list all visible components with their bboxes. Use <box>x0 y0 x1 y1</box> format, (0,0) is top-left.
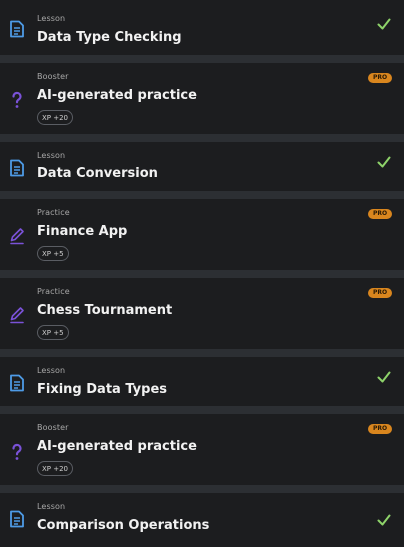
item-kind: Lesson <box>37 366 66 375</box>
list-item-booster[interactable]: Booster AI-generated practice PRO XP +20 <box>0 63 404 134</box>
item-kind: Booster <box>37 72 69 81</box>
pro-badge: PRO <box>368 424 392 434</box>
item-title: Data Type Checking <box>37 30 182 45</box>
list-item-lesson[interactable]: Lesson Comparison Operations <box>0 493 404 547</box>
xp-badge: XP +20 <box>37 110 74 125</box>
document-icon <box>9 374 25 392</box>
pro-badge: PRO <box>368 209 392 219</box>
item-kind: Booster <box>37 423 69 432</box>
document-icon <box>9 510 25 528</box>
item-kind: Lesson <box>37 502 66 511</box>
list-item-lesson[interactable]: Lesson Fixing Data Types <box>0 357 404 406</box>
item-kind: Practice <box>37 287 70 296</box>
pencil-icon <box>9 227 25 245</box>
item-title: AI-generated practice <box>37 439 197 454</box>
xp-badge: XP +5 <box>37 246 69 261</box>
item-title: AI-generated practice <box>37 88 197 103</box>
pencil-icon <box>9 306 25 324</box>
document-icon <box>9 20 25 38</box>
list-item-booster[interactable]: Booster AI-generated practice PRO XP +20 <box>0 414 404 485</box>
item-title: Comparison Operations <box>37 518 210 533</box>
item-title: Chess Tournament <box>37 303 173 318</box>
document-icon <box>9 159 25 177</box>
lesson-list: Lesson Data Type Checking Booster AI-gen… <box>0 0 404 547</box>
xp-badge: XP +20 <box>37 461 74 476</box>
list-item-lesson[interactable]: Lesson Data Type Checking <box>0 0 404 55</box>
item-kind: Practice <box>37 208 70 217</box>
pro-badge: PRO <box>368 73 392 83</box>
question-icon <box>9 91 25 109</box>
item-title: Finance App <box>37 224 128 239</box>
check-icon <box>377 511 391 526</box>
check-icon <box>377 368 391 383</box>
pro-badge: PRO <box>368 288 392 298</box>
list-item-practice[interactable]: Practice Finance App PRO XP +5 <box>0 199 404 270</box>
item-kind: Lesson <box>37 14 66 23</box>
item-kind: Lesson <box>37 151 66 160</box>
list-item-lesson[interactable]: Lesson Data Conversion <box>0 142 404 191</box>
check-icon <box>377 15 391 30</box>
question-icon <box>9 443 25 461</box>
item-title: Fixing Data Types <box>37 382 167 397</box>
xp-badge: XP +5 <box>37 325 69 340</box>
list-item-practice[interactable]: Practice Chess Tournament PRO XP +5 <box>0 278 404 349</box>
item-title: Data Conversion <box>37 166 158 181</box>
check-icon <box>377 153 391 168</box>
